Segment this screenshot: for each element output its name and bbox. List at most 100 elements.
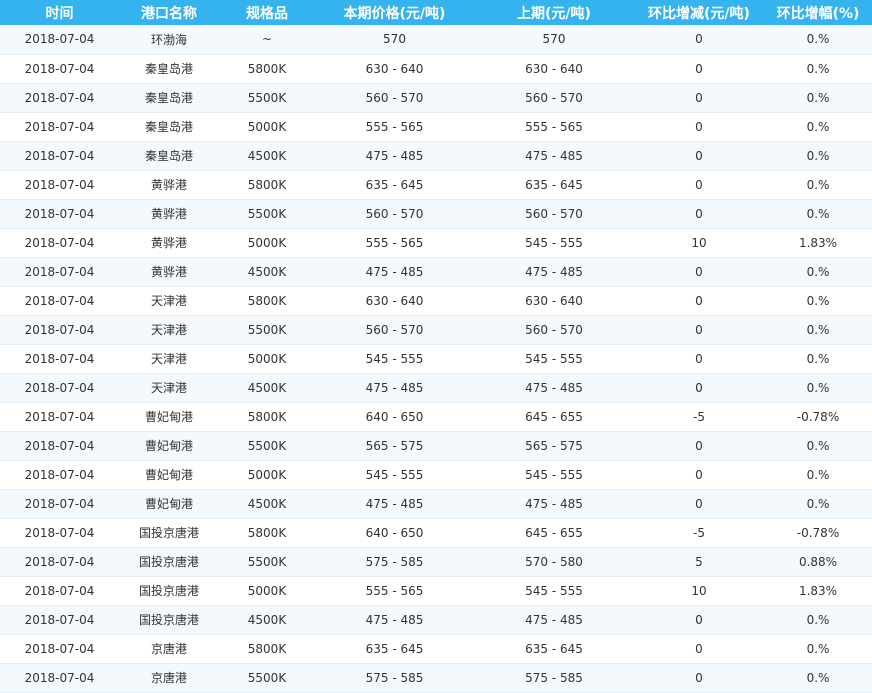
cell-previous-price: 560 - 570 [525, 206, 583, 221]
cell-current-price: 575 - 585 [365, 670, 424, 685]
cell-port-name: 秦皇岛港 [144, 91, 193, 105]
cell-spec: 4500K [247, 380, 287, 395]
cell-change-amount: 10 [691, 583, 707, 598]
cell-current-price: 635 - 645 [365, 641, 424, 656]
cell-change-amount: 10 [691, 235, 707, 250]
cell-date: 2018-07-04 [24, 467, 95, 482]
cell-port-name: 秦皇岛港 [144, 149, 193, 163]
cell-date: 2018-07-04 [24, 293, 95, 308]
cell-date: 2018-07-04 [24, 148, 95, 163]
header-date: 时间 [45, 5, 74, 22]
cell-change-amount: 0 [695, 322, 703, 337]
table-row: 2018-07-04 黄骅港 5800K 635 - 645 635 - 645 0 0.% [0, 170, 872, 199]
cell-previous-price: 635 - 645 [525, 641, 583, 656]
cell-previous-price: 545 - 555 [525, 235, 583, 250]
table-row: 2018-07-04 天津港 5500K 560 - 570 560 - 570 0 0.% [0, 315, 872, 344]
cell-current-price: 475 - 485 [365, 612, 424, 627]
cell-spec: 5000K [247, 235, 287, 250]
cell-date: 2018-07-04 [24, 612, 95, 627]
cell-previous-price: 475 - 485 [525, 496, 583, 511]
cell-change-percent: 0.% [806, 438, 830, 453]
cell-previous-price: 545 - 555 [525, 583, 583, 598]
cell-change-percent: 0.% [806, 351, 830, 366]
cell-date: 2018-07-04 [24, 264, 95, 279]
cell-date: 2018-07-04 [24, 554, 95, 569]
cell-current-price: 575 - 585 [365, 554, 424, 569]
table-row: 2018-07-04 天津港 4500K 475 - 485 475 - 485 0 0.% [0, 373, 872, 402]
table-row: 2018-07-04 曹妃甸港 5800K 640 - 650 645 - 655 -5 -… [0, 402, 872, 431]
cell-date: 2018-07-04 [24, 670, 95, 685]
table-row: 2018-07-04 黄骅港 5500K 560 - 570 560 - 570 0 0.% [0, 199, 872, 228]
cell-change-amount: 0 [695, 206, 703, 221]
cell-spec: 5000K [247, 467, 287, 482]
cell-spec: 4500K [247, 612, 287, 627]
table-row: 2018-07-04 曹妃甸港 4500K 475 - 485 475 - 485 0 0.… [0, 489, 872, 518]
cell-change-amount: 0 [695, 351, 703, 366]
cell-change-percent: 0.% [806, 264, 830, 279]
cell-date: 2018-07-04 [24, 61, 95, 76]
cell-change-amount: 0 [695, 670, 703, 685]
header-current-price: 本期价格(元/吨) [343, 5, 446, 22]
cell-spec: 5500K [247, 322, 287, 337]
cell-current-price: 635 - 645 [365, 177, 424, 192]
cell-previous-price: 645 - 655 [525, 525, 583, 540]
cell-change-percent: 0.% [806, 148, 830, 163]
cell-previous-price: 475 - 485 [525, 148, 583, 163]
cell-change-amount: 0 [695, 264, 703, 279]
cell-spec: 4500K [247, 496, 287, 511]
cell-port-name: 国投京唐港 [138, 526, 199, 540]
table-row: 2018-07-04 曹妃甸港 5500K 565 - 575 565 - 575 0 0.… [0, 431, 872, 460]
cell-date: 2018-07-04 [24, 438, 95, 453]
table-row: 2018-07-04 曹妃甸港 5000K 545 - 555 545 - 555 0 0.… [0, 460, 872, 489]
header-change-percent: 环比增幅(%) [776, 5, 860, 22]
cell-spec: 5500K [247, 206, 287, 221]
cell-current-price: 565 - 575 [365, 438, 424, 453]
cell-change-percent: 0.% [806, 641, 830, 656]
cell-current-price: 570 [383, 32, 406, 47]
cell-previous-price: 570 [542, 32, 566, 47]
cell-port-name: 黄骅港 [150, 178, 187, 192]
cell-change-amount: -5 [693, 409, 705, 424]
cell-port-name: 天津港 [150, 323, 187, 337]
cell-change-percent: 0.% [806, 380, 830, 395]
cell-current-price: 560 - 570 [365, 322, 424, 337]
cell-change-percent: 0.88% [798, 554, 838, 569]
cell-current-price: 475 - 485 [365, 496, 424, 511]
cell-previous-price: 575 - 585 [525, 670, 583, 685]
cell-current-price: 545 - 555 [365, 351, 424, 366]
coal-price-table: 时间 港口名称 规格品 本期价格(元/吨) 上期(元/吨) 环比增减(元/吨) … [0, 0, 872, 693]
cell-current-price: 555 - 565 [365, 235, 424, 250]
cell-change-percent: -0.78% [796, 525, 840, 540]
cell-previous-price: 635 - 645 [525, 177, 583, 192]
table-row: 2018-07-04 环渤海 ~570 570 0 0.% [0, 25, 872, 54]
cell-change-percent: 1.83% [798, 235, 838, 250]
cell-date: 2018-07-04 [24, 206, 95, 221]
cell-change-amount: 0 [695, 641, 703, 656]
cell-change-percent: -0.78% [796, 409, 840, 424]
table-row: 2018-07-04 京唐港 5500K 575 - 585 575 - 585 0 0.% [0, 663, 872, 692]
cell-date: 2018-07-04 [24, 351, 95, 366]
cell-change-amount: 0 [695, 90, 703, 105]
cell-current-price: 560 - 570 [365, 206, 424, 221]
cell-spec: ~ [261, 32, 273, 47]
cell-spec: 5800K [247, 641, 287, 656]
table-row: 2018-07-04 国投京唐港 5500K 575 - 585 570 - 580 5 0… [0, 547, 872, 576]
cell-previous-price: 645 - 655 [525, 409, 583, 424]
cell-change-amount: 0 [695, 612, 703, 627]
table-row: 2018-07-04 秦皇岛港 5800K 630 - 640 630 - 640 0 0.… [0, 54, 872, 83]
cell-date: 2018-07-04 [24, 583, 95, 598]
cell-spec: 4500K [247, 148, 287, 163]
table-row: 2018-07-04 京唐港 5800K 635 - 645 635 - 645 0 0.% [0, 634, 872, 663]
cell-spec: 5500K [247, 554, 287, 569]
cell-previous-price: 475 - 485 [525, 612, 583, 627]
cell-spec: 5000K [247, 351, 287, 366]
cell-change-amount: 0 [695, 496, 703, 511]
cell-change-percent: 0.% [806, 206, 830, 221]
table-row: 2018-07-04 秦皇岛港 5000K 555 - 565 555 - 565 0 0.… [0, 112, 872, 141]
table-row: 2018-07-04 黄骅港 5000K 555 - 565 545 - 555 10 1.… [0, 228, 872, 257]
cell-change-percent: 1.83% [798, 583, 838, 598]
cell-port-name: 天津港 [150, 381, 187, 395]
cell-spec: 5500K [247, 670, 287, 685]
cell-port-name: 曹妃甸港 [144, 497, 193, 511]
cell-change-percent: 0.% [806, 670, 830, 685]
